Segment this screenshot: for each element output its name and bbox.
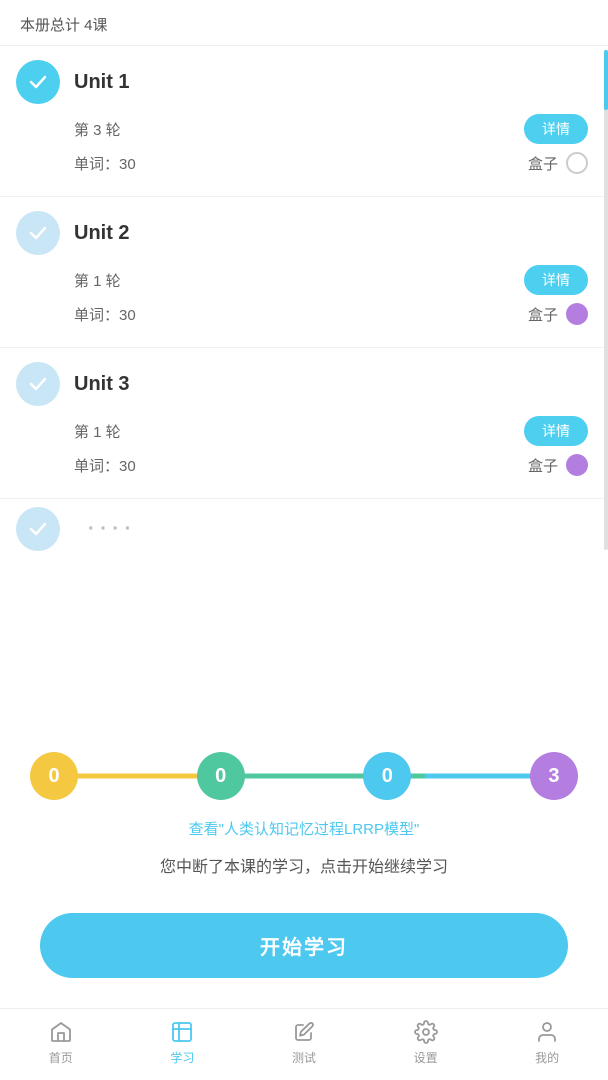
unit1-icon <box>16 60 60 104</box>
unit-item-2: Unit 2 第 1 轮 详情 单词：30 盒子 <box>0 197 608 348</box>
unit2-icon <box>16 211 60 255</box>
progress-section: 0 0 0 3 查看"人类认知记忆过程LRRP模型" 您中断了本课的学习，点击开… <box>0 728 608 893</box>
nav-item-profile[interactable]: 我的 <box>517 1019 577 1066</box>
nav-label-settings: 设置 <box>414 1049 438 1066</box>
unit-item-3: Unit 3 第 1 轮 详情 单词：30 盒子 <box>0 348 608 499</box>
unit3-title: Unit 3 <box>74 373 130 396</box>
unit3-round-row: 第 1 轮 详情 <box>74 416 588 446</box>
header-title: 本册总计 4课 <box>20 17 108 34</box>
unit1-header: Unit 1 <box>16 60 588 104</box>
progress-node-3: 3 <box>530 752 578 800</box>
unit2-word-count: 单词：30 <box>74 304 136 325</box>
nav-item-study[interactable]: 学习 <box>152 1019 212 1066</box>
unit1-box-circle <box>566 152 588 174</box>
unit-list: Unit 1 第 3 轮 详情 单词：30 盒子 Unit <box>0 46 608 728</box>
unit3-detail-button[interactable]: 详情 <box>524 416 588 446</box>
unit2-box-area: 盒子 <box>528 303 588 325</box>
unit3-box-circle <box>566 454 588 476</box>
progress-node-2: 0 <box>363 752 411 800</box>
nav-item-test[interactable]: 测试 <box>274 1019 334 1066</box>
unit2-box-circle <box>566 303 588 325</box>
nav-item-home[interactable]: 首页 <box>31 1019 91 1066</box>
unit3-word-row: 单词：30 盒子 <box>74 454 588 476</box>
nav-item-settings[interactable]: 设置 <box>396 1019 456 1066</box>
header: 本册总计 4课 <box>0 0 608 46</box>
unit1-word-row: 单词：30 盒子 <box>74 152 588 174</box>
progress-node-0: 0 <box>30 752 78 800</box>
unit2-round: 第 1 轮 <box>74 270 121 291</box>
unit2-detail-button[interactable]: 详情 <box>524 265 588 295</box>
nav-label-profile: 我的 <box>535 1049 559 1066</box>
unit1-box-label: 盒子 <box>528 153 558 174</box>
lrrp-link[interactable]: 查看"人类认知记忆过程LRRP模型" <box>30 818 578 839</box>
bottom-nav: 首页 学习 测试 设置 <box>0 1008 608 1080</box>
unit1-word-count: 单词：30 <box>74 153 136 174</box>
unit3-details: 第 1 轮 详情 单词：30 盒子 <box>16 416 588 476</box>
start-button[interactable]: 开始学习 <box>40 913 568 978</box>
nav-label-home: 首页 <box>49 1049 73 1066</box>
unit2-details: 第 1 轮 详情 单词：30 盒子 <box>16 265 588 325</box>
unit3-round: 第 1 轮 <box>74 421 121 442</box>
unit2-box-label: 盒子 <box>528 304 558 325</box>
home-icon <box>48 1019 74 1045</box>
unit2-title: Unit 2 <box>74 222 130 245</box>
unit4-icon <box>16 507 60 551</box>
unit3-box-area: 盒子 <box>528 454 588 476</box>
scrollbar-track[interactable] <box>604 50 608 550</box>
test-icon <box>291 1019 317 1045</box>
unit2-round-row: 第 1 轮 详情 <box>74 265 588 295</box>
study-icon <box>169 1019 195 1045</box>
unit3-icon <box>16 362 60 406</box>
unit1-round-row: 第 3 轮 详情 <box>74 114 588 144</box>
progress-node-1: 0 <box>197 752 245 800</box>
unit2-word-row: 单词：30 盒子 <box>74 303 588 325</box>
profile-icon <box>534 1019 560 1045</box>
nav-label-study: 学习 <box>170 1049 194 1066</box>
scrollbar-thumb[interactable] <box>604 50 608 110</box>
unit4-dots: · · · · <box>88 518 131 541</box>
unit3-box-label: 盒子 <box>528 455 558 476</box>
nav-label-test: 测试 <box>292 1049 316 1066</box>
unit1-detail-button[interactable]: 详情 <box>524 114 588 144</box>
unit3-word-count: 单词：30 <box>74 455 136 476</box>
settings-icon <box>413 1019 439 1045</box>
unit-item-4-partial: · · · · <box>0 499 608 559</box>
unit1-round: 第 3 轮 <box>74 119 121 140</box>
unit1-details: 第 3 轮 详情 单词：30 盒子 <box>16 114 588 174</box>
unit3-header: Unit 3 <box>16 362 588 406</box>
unit2-header: Unit 2 <box>16 211 588 255</box>
unit-item-1: Unit 1 第 3 轮 详情 单词：30 盒子 <box>0 46 608 197</box>
progress-track: 0 0 0 3 <box>30 752 578 800</box>
reminder-text: 您中断了本课的学习，点击开始继续学习 <box>30 853 578 877</box>
start-section: 开始学习 <box>0 893 608 1008</box>
unit1-title: Unit 1 <box>74 71 130 94</box>
unit1-box-area: 盒子 <box>528 152 588 174</box>
